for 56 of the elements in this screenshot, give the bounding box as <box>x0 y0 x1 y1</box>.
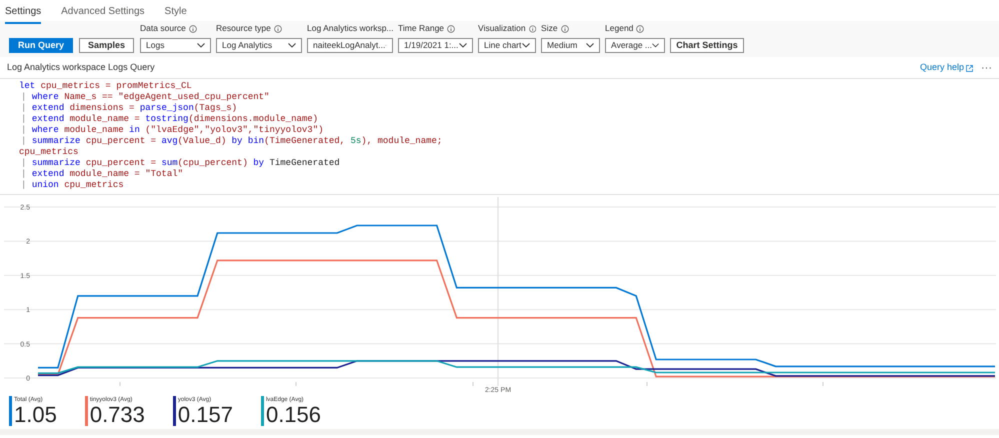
field-label: Visualization <box>478 22 526 35</box>
chevron-down-icon <box>522 43 530 48</box>
legend-value: 1.05 <box>14 404 57 426</box>
query-help-link[interactable]: Query help <box>920 61 973 75</box>
dropdown-value: Medium <box>547 39 578 52</box>
run-query-button[interactable]: Run Query <box>9 38 74 53</box>
code-line: | summarize cpu_percent = sum(cpu_percent) by TimeGenerated <box>20 158 341 169</box>
dropdown[interactable]: Medium <box>541 38 600 53</box>
info-icon[interactable] <box>636 24 644 33</box>
code-line: | where module_name in ("lvaEdge","yolov3","tinyyolov3") <box>20 125 324 136</box>
info-icon[interactable] <box>528 24 536 33</box>
code-line: | union cpu_metrics <box>20 180 125 191</box>
chevron-down-icon <box>652 43 660 48</box>
field-label: Time Range <box>398 22 444 35</box>
dropdown-value: Logs <box>146 39 164 52</box>
field-label: Legend <box>605 22 634 35</box>
info-icon[interactable] <box>188 24 197 33</box>
dropdown[interactable]: Logs <box>140 38 212 53</box>
chevron-down-icon <box>459 43 468 48</box>
field-label: Size <box>541 22 558 35</box>
legend-value: 0.157 <box>178 404 233 426</box>
dropdown[interactable]: 1/19/2021 1:... <box>398 38 474 53</box>
chevron-down-icon <box>197 43 206 48</box>
code-line: | summarize cpu_percent = avg(Value_d) by bin(TimeGenerated, 5s), module_name; <box>20 136 444 147</box>
field-label: Log Analytics worksp... <box>307 22 394 35</box>
info-icon[interactable] <box>447 24 456 33</box>
code-line: | extend dimensions = parse_json(Tags_s) <box>20 103 238 114</box>
legend-value: 0.156 <box>266 404 322 426</box>
dropdown[interactable]: Average ... <box>605 38 666 53</box>
info-icon[interactable] <box>274 24 282 33</box>
dropdown[interactable]: naiteekLogAnalyt... <box>307 38 394 53</box>
dropdown-value: 1/19/2021 1:... <box>404 39 458 52</box>
more-button[interactable]: ··· <box>981 60 992 76</box>
field-label: Resource type <box>216 22 271 35</box>
chevron-down-icon <box>586 43 594 48</box>
dropdown-value: Log Analytics <box>222 39 272 52</box>
query-title: Log Analytics workspace Logs Query <box>7 61 155 74</box>
dropdown-value: Line chart <box>484 39 522 52</box>
chevron-down-icon <box>288 43 296 48</box>
code-line: | extend module_name = "Total" <box>20 169 184 180</box>
code-line: cpu_metrics <box>19 147 80 158</box>
field-label: Data source <box>140 22 186 35</box>
dropdown-value: naiteekLogAnalyt... <box>313 39 386 52</box>
code-line: let cpu_metrics = promMetrics_CL <box>19 81 193 92</box>
external-link-icon[interactable] <box>966 64 973 72</box>
legend-value: 0.733 <box>90 404 145 426</box>
tab[interactable]: Advanced Settings <box>61 0 145 24</box>
dropdown[interactable]: Log Analytics <box>216 38 302 53</box>
info-icon[interactable] <box>560 24 569 33</box>
samples-button[interactable]: Samples <box>79 38 134 53</box>
code-line: | extend module_name = tostring(dimensions.module_name) <box>20 114 320 125</box>
code-line: | where Name_s == "edgeAgent_used_cpu_percent" <box>20 92 270 103</box>
chart-settings-button[interactable]: Chart Settings <box>670 38 744 53</box>
tab[interactable]: Style <box>164 0 187 24</box>
dropdown[interactable]: Line chart <box>478 38 536 53</box>
dropdown-value: Average ... <box>611 39 652 52</box>
